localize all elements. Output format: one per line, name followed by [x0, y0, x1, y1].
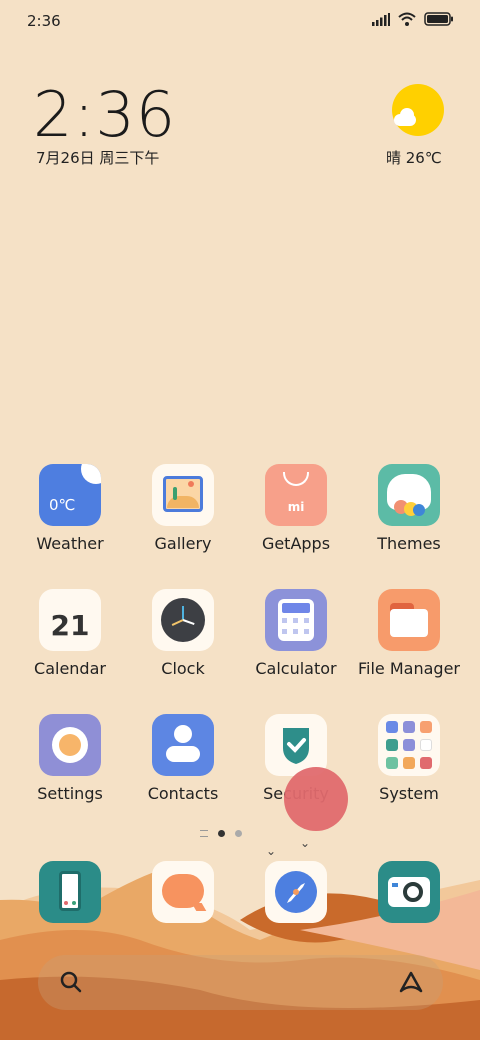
search-icon — [60, 971, 82, 993]
phone-icon-dot — [72, 901, 76, 905]
app-weather[interactable]: 0℃ Weather — [14, 464, 126, 553]
dock-messages-app[interactable] — [152, 861, 214, 923]
app-gallery[interactable]: Gallery — [127, 464, 239, 553]
search-bar[interactable] — [38, 955, 443, 1010]
file-manager-icon — [378, 589, 440, 651]
app-system-folder[interactable]: System — [353, 714, 465, 803]
dock-browser-app[interactable] — [265, 861, 327, 923]
browser-icon — [275, 871, 317, 913]
calculator-icon — [265, 589, 327, 651]
app-label-file-manager: File Manager — [358, 659, 460, 678]
app-label-contacts: Contacts — [147, 784, 219, 803]
app-label-calendar: Calendar — [34, 659, 106, 678]
status-time: 2:36 — [27, 12, 61, 30]
messages-icon-tail — [191, 903, 207, 911]
weather-widget-text: 晴 26℃ — [386, 149, 442, 167]
camera-icon-flash — [392, 883, 398, 887]
calendar-icon-day: 21 — [50, 609, 90, 642]
phone-icon-dot — [64, 901, 68, 905]
app-themes[interactable]: Themes — [353, 464, 465, 553]
bird-decoration: ⌄ — [300, 836, 311, 850]
app-label-system: System — [379, 784, 439, 803]
page-dot[interactable] — [235, 830, 242, 837]
battery-icon — [424, 12, 453, 26]
touch-indicator — [284, 767, 348, 831]
getapps-icon: mi — [265, 464, 327, 526]
app-label-themes: Themes — [377, 534, 441, 553]
app-label-clock: Clock — [161, 659, 205, 678]
app-contacts[interactable]: Contacts — [127, 714, 239, 803]
bird-decoration: ⌄ — [266, 844, 277, 858]
gallery-icon — [152, 464, 214, 526]
app-calculator[interactable]: Calculator — [240, 589, 352, 678]
signal-icon — [372, 12, 390, 26]
page-list-icon[interactable] — [200, 830, 208, 837]
app-label-settings: Settings — [37, 784, 103, 803]
settings-icon — [39, 714, 101, 776]
themes-icon — [378, 464, 440, 526]
app-getapps[interactable]: mi GetApps — [240, 464, 352, 553]
weather-icon: 0℃ — [39, 464, 101, 526]
phone-icon — [59, 871, 81, 911]
status-icons — [372, 12, 454, 26]
assistant-icon[interactable] — [397, 969, 425, 995]
dock-phone-app[interactable] — [39, 861, 101, 923]
app-file-manager[interactable]: File Manager — [353, 589, 465, 678]
app-label-calculator: Calculator — [255, 659, 337, 678]
camera-icon-lens — [403, 882, 423, 902]
system-folder-icon — [378, 714, 440, 776]
calendar-icon: 21 — [39, 589, 101, 651]
app-calendar[interactable]: 21 Calendar — [14, 589, 126, 678]
app-label-gallery: Gallery — [154, 534, 212, 553]
app-label-weather: Weather — [36, 534, 104, 553]
page-dot-active[interactable] — [218, 830, 225, 837]
dock-camera-app[interactable] — [378, 861, 440, 923]
clock-widget-time[interactable]: 2:36 — [33, 78, 176, 151]
app-settings[interactable]: Settings — [14, 714, 126, 803]
clock-icon — [152, 589, 214, 651]
getapps-icon-mi: mi — [287, 500, 305, 514]
contacts-icon — [152, 714, 214, 776]
clock-widget-date: 7月26日 周三下午 — [36, 149, 160, 167]
app-label-getapps: GetApps — [261, 534, 331, 553]
weather-icon-temp: 0℃ — [49, 496, 76, 514]
wifi-icon — [398, 12, 416, 26]
page-indicator[interactable] — [200, 830, 242, 837]
sun-icon[interactable] — [392, 84, 444, 136]
app-clock[interactable]: Clock — [127, 589, 239, 678]
